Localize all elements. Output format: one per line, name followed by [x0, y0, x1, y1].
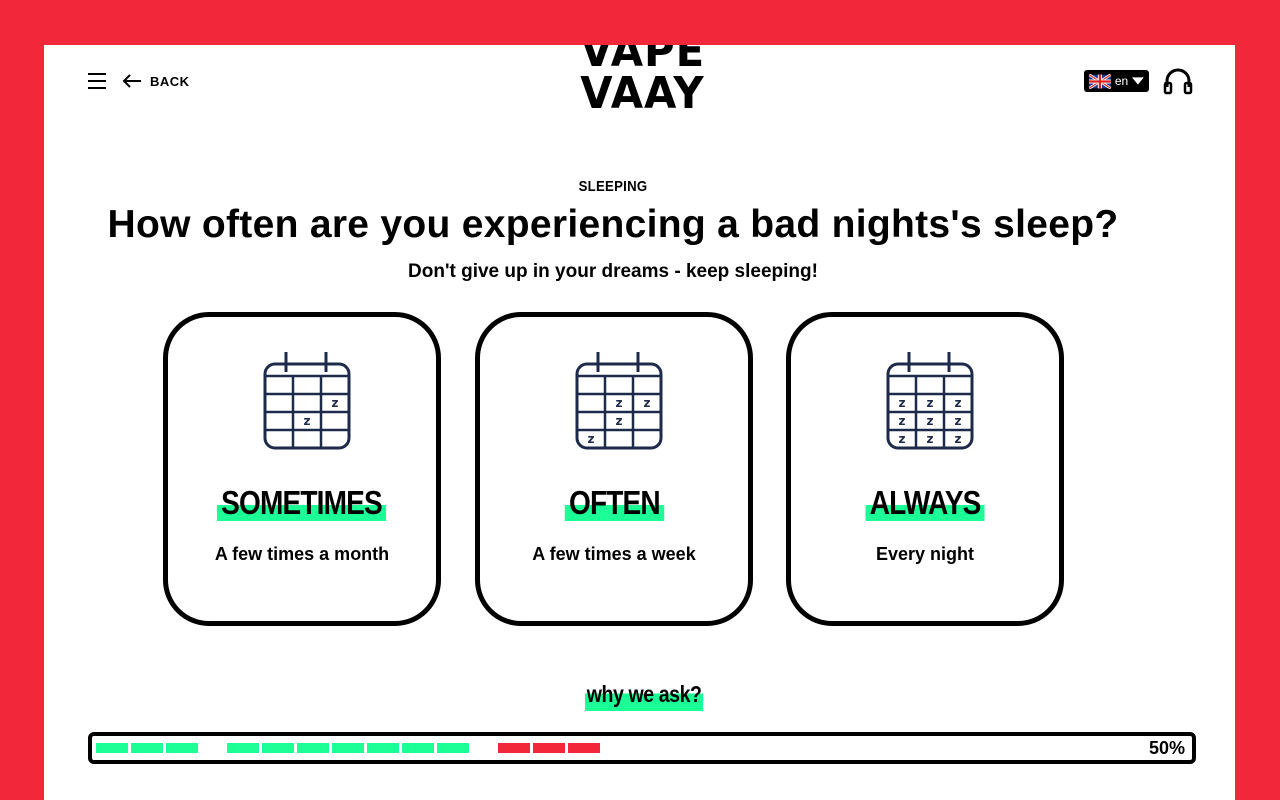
uk-flag-icon	[1089, 73, 1111, 89]
progress-segment-complete	[227, 743, 259, 753]
progress-segment-complete	[402, 743, 434, 753]
progress-segment-complete	[166, 743, 198, 753]
progress-segment-complete	[437, 743, 469, 753]
svg-text:z: z	[899, 414, 906, 428]
progress-segment-complete	[367, 743, 399, 753]
headphones-icon[interactable]	[1163, 67, 1193, 95]
language-label: en	[1114, 74, 1129, 88]
question-subtitle: Don't give up in your dreams - keep slee…	[408, 261, 818, 282]
progress-segment-complete	[96, 743, 128, 753]
progress-segment-current	[568, 743, 600, 753]
svg-text:z: z	[927, 432, 934, 446]
svg-text:z: z	[927, 396, 934, 410]
option-card-sometimes[interactable]: zz SOMETIMES A few times a month	[163, 312, 441, 626]
main-panel: BACK VAPE VAAY en SLEEPING How often are…	[44, 45, 1235, 800]
menu-icon[interactable]	[88, 73, 106, 89]
svg-text:z: z	[927, 414, 934, 428]
calendar-few-z-icon: zz	[263, 352, 351, 450]
progress-segment-current	[533, 743, 565, 753]
logo-line-2: VAAY	[580, 68, 705, 119]
option-description: A few times a week	[532, 544, 696, 564]
progress-bar: 50%	[88, 732, 1196, 764]
svg-text:z: z	[955, 432, 962, 446]
question-title: How often are you experiencing a bad nig…	[107, 203, 1119, 246]
option-card-often[interactable]: zzzz OFTEN A few times a week	[475, 312, 753, 626]
option-title: SOMETIMES	[217, 485, 387, 521]
language-selector[interactable]: en	[1084, 70, 1149, 92]
option-title: ALWAYS	[865, 485, 985, 521]
progress-segment-complete	[332, 743, 364, 753]
logo[interactable]: VAPE VAAY	[580, 45, 705, 119]
arrow-left-icon	[122, 74, 141, 88]
option-title: OFTEN	[564, 485, 664, 521]
svg-text:z: z	[332, 396, 339, 410]
svg-text:z: z	[616, 414, 623, 428]
progress-segment-complete	[262, 743, 294, 753]
option-description: Every night	[875, 544, 975, 564]
svg-text:z: z	[955, 414, 962, 428]
svg-text:z: z	[588, 432, 595, 446]
caret-down-icon	[1132, 77, 1144, 85]
question-category: SLEEPING	[578, 178, 648, 195]
svg-text:z: z	[955, 396, 962, 410]
why-we-ask-link[interactable]: why we ask?	[585, 681, 704, 711]
svg-text:z: z	[616, 396, 623, 410]
progress-segment-complete	[131, 743, 163, 753]
svg-text:z: z	[644, 396, 651, 410]
option-card-always[interactable]: zzzzzzzzz ALWAYS Every night	[786, 312, 1064, 626]
progress-percent: 50%	[1148, 738, 1185, 758]
progress-segment-complete	[297, 743, 329, 753]
calendar-full-z-icon: z z zz z zz z z	[886, 352, 974, 450]
calendar-some-z-icon: z zzz	[575, 352, 663, 450]
back-label: BACK	[150, 73, 190, 89]
svg-text:z: z	[899, 396, 906, 410]
svg-text:z: z	[899, 432, 906, 446]
progress-segment-current	[498, 743, 530, 753]
svg-text:z: z	[304, 414, 311, 428]
option-description: A few times a month	[214, 544, 390, 564]
back-button[interactable]: BACK	[122, 71, 190, 91]
